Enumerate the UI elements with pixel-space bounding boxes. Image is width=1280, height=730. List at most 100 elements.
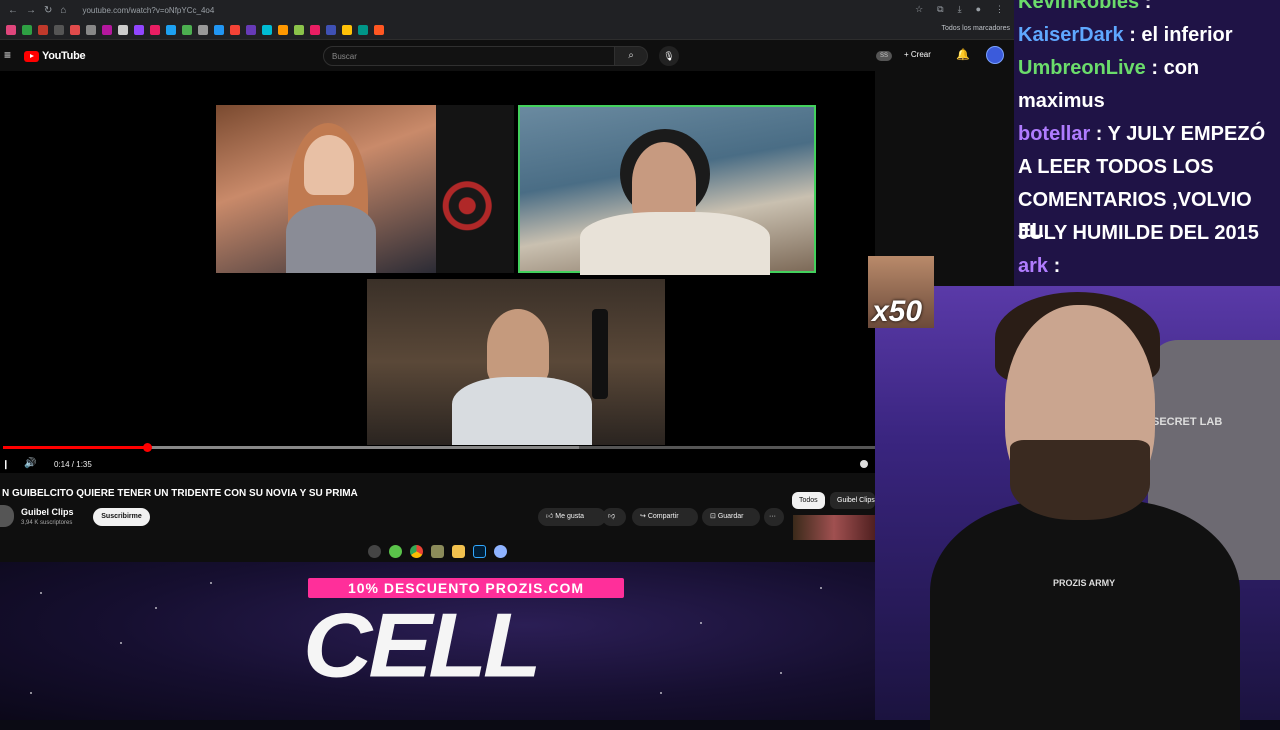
bookmark-icon[interactable] [230, 24, 240, 35]
subscribe-button[interactable]: Suscribirme [93, 508, 150, 526]
bookmark-icon[interactable] [278, 24, 288, 35]
chair-brand-text: SECRET LAB [1152, 416, 1223, 428]
forward-icon[interactable]: → [26, 5, 36, 16]
chat-text: : [1053, 255, 1061, 277]
app-icon[interactable] [389, 544, 402, 558]
bookmark-icon[interactable] [374, 24, 384, 35]
chat-message: KaiserDark : el inferior [1018, 20, 1233, 51]
bookmark-icon[interactable] [70, 24, 80, 35]
bookmark-icon[interactable] [326, 24, 336, 35]
app-icon[interactable] [431, 544, 444, 558]
akatsuki-chair [436, 105, 514, 273]
chat-username[interactable]: ark [1018, 255, 1054, 277]
app-icon[interactable] [494, 544, 507, 558]
bookmark-icon[interactable] [294, 24, 304, 35]
face [487, 309, 549, 384]
hamburger-menu-icon[interactable]: ≡ [4, 48, 11, 62]
ss-badge-icon[interactable]: SS [876, 51, 892, 61]
bookmark-icon[interactable] [134, 24, 144, 35]
bookmark-icon[interactable] [214, 24, 224, 35]
chat-text: : Y JULY EMPEZÓ [1095, 123, 1266, 145]
chat-message: ark : [1018, 251, 1060, 282]
bookmark-icon[interactable] [166, 24, 176, 35]
microphone-icon: 🎙 [663, 51, 675, 61]
extensions-icon[interactable]: ⧉ [937, 4, 943, 15]
like-button[interactable]: 👍︎ Me gusta [538, 508, 606, 526]
bookmark-icon[interactable] [38, 24, 48, 35]
thumbs-up-icon: 👍︎ [546, 513, 554, 520]
recommended-thumbnail[interactable] [793, 515, 875, 541]
chat-username[interactable]: KaiserDark [1018, 24, 1129, 46]
profile-icon[interactable]: ● [976, 4, 981, 15]
reload-icon[interactable]: ↻ [44, 5, 52, 16]
chat-message: KevinRobles : [1018, 0, 1151, 18]
video-player[interactable]: ❙ 🔊 0:14 / 1:35 [0, 71, 875, 473]
bookmark-icon[interactable] [358, 24, 368, 35]
time-display: 0:14 / 1:35 [54, 460, 92, 469]
back-icon[interactable]: ← [8, 5, 18, 16]
bookmark-icon[interactable] [182, 24, 192, 35]
bookmark-icon[interactable] [118, 24, 128, 35]
youtube-header: ≡ YouTube Buscar ⌕ 🎙 SS + Crear 🔔 [0, 41, 1014, 71]
settings-toggle-icon[interactable] [860, 460, 868, 468]
youtube-logo[interactable]: YouTube [24, 50, 86, 62]
ad-headline: CELL [303, 594, 542, 697]
download-icon[interactable]: ⤓ [958, 4, 962, 15]
chat-text: maximus [1018, 90, 1105, 112]
streamer-beard [1010, 440, 1150, 520]
bookmark-icon[interactable] [150, 24, 160, 35]
folder-icon[interactable] [452, 544, 465, 558]
bookmark-icon[interactable] [22, 24, 32, 35]
chrome-icon[interactable] [410, 544, 423, 558]
stream-chat: KevinRobles : KaiserDark : el inferior Umb… [1014, 0, 1280, 290]
search-input[interactable]: Buscar [323, 46, 615, 66]
account-avatar[interactable] [986, 46, 1004, 64]
voice-search-button[interactable]: 🎙 [659, 46, 679, 66]
bookmark-icon[interactable] [102, 24, 112, 35]
chat-username[interactable]: UmbreonLive [1018, 57, 1151, 79]
create-label: Crear [910, 50, 931, 59]
youtube-logo-text: YouTube [42, 50, 86, 62]
face [632, 142, 696, 222]
bookmark-icon[interactable] [262, 24, 272, 35]
dislike-button[interactable]: 👎︎ [602, 508, 626, 526]
volume-icon[interactable]: 🔊 [24, 458, 36, 469]
bookmark-icon[interactable] [86, 24, 96, 35]
webcam-feed-left [216, 105, 436, 273]
pause-icon[interactable]: ❙ [2, 459, 10, 470]
chip-all[interactable]: Todos [792, 492, 825, 509]
chat-message: UmbreonLive : con [1018, 53, 1199, 84]
chat-text: : con [1151, 57, 1200, 79]
emote-multiplier: x50 [872, 295, 923, 328]
bookmark-icon[interactable] [54, 24, 64, 35]
bookmark-icon[interactable] [246, 24, 256, 35]
more-actions-button[interactable]: ··· [764, 508, 784, 526]
chat-username[interactable]: botellar [1018, 123, 1096, 145]
notifications-bell-icon[interactable]: 🔔 [956, 48, 970, 61]
chip-guibel-clips[interactable]: Guibel Clips [830, 492, 875, 509]
all-bookmarks-folder[interactable]: Todos los marcadores [942, 25, 1010, 32]
bookmarks-bar: Todos los marcadores [0, 20, 1014, 40]
channel-name[interactable]: Guibel Clips [21, 507, 74, 517]
browser-menu-icon[interactable]: ⋮ [995, 4, 1004, 15]
taskbar [0, 540, 875, 562]
create-button[interactable]: + Crear [904, 50, 931, 59]
bookmark-icon[interactable] [198, 24, 208, 35]
player-controls: ❙ 🔊 0:14 / 1:35 [0, 454, 875, 474]
chat-username[interactable]: KevinRobles [1018, 0, 1145, 13]
shirt-logo: PROZIS ARMY [1053, 578, 1116, 588]
scrubber-handle[interactable] [142, 443, 152, 452]
save-button[interactable]: ⊡ Guardar [702, 508, 760, 526]
bookmark-icon[interactable] [342, 24, 352, 35]
search-button[interactable]: ⌕ [614, 46, 648, 66]
share-button[interactable]: ↪ Compartir [632, 508, 698, 526]
video-title: N GUIBELCITO QUIERE TENER UN TRIDENTE CO… [2, 488, 358, 499]
bookmark-icon[interactable] [6, 24, 16, 35]
obs-icon[interactable] [368, 544, 381, 558]
progress-bar[interactable] [3, 443, 875, 452]
bookmark-icon[interactable] [310, 24, 320, 35]
url-text[interactable]: youtube.com/watch?v=oNfpYCc_4o4 [82, 6, 214, 15]
photoshop-icon[interactable] [473, 544, 486, 558]
bookmark-star-icon[interactable]: ☆ [915, 4, 923, 15]
home-icon[interactable]: ⌂ [60, 5, 66, 16]
